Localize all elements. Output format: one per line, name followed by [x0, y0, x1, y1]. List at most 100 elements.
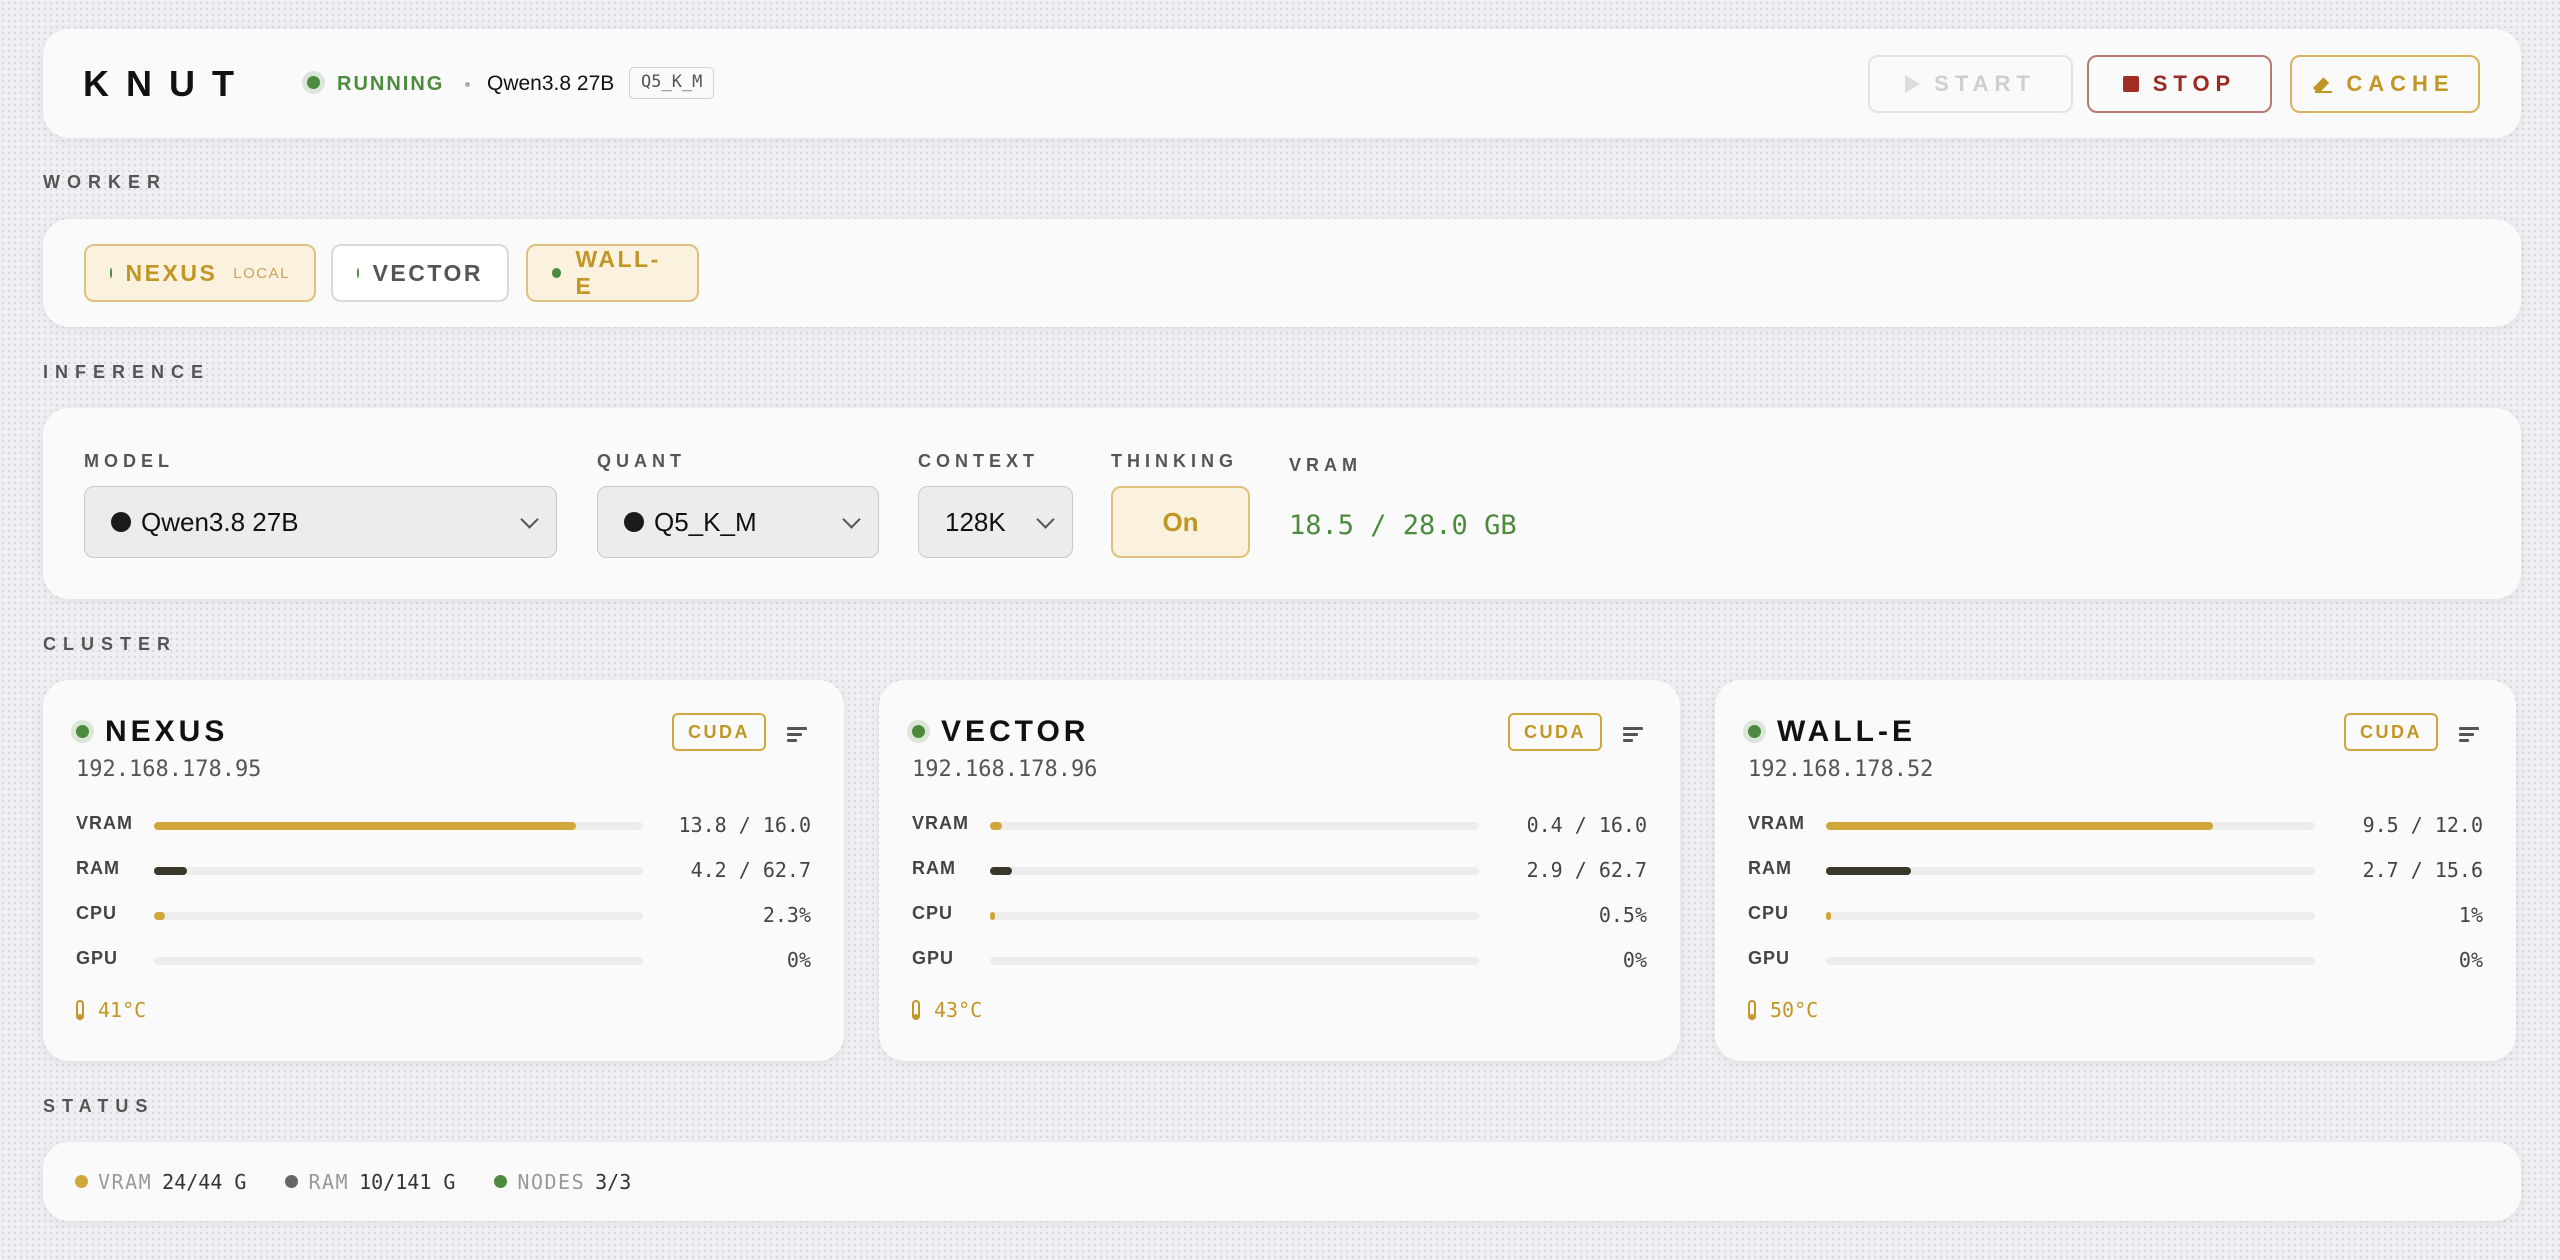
metric-bar-track [1826, 822, 2315, 830]
metric-row-cpu: CPU 2.3% [76, 903, 811, 927]
context-select-value: 128K [945, 506, 1006, 537]
model-dot-icon [111, 512, 131, 532]
metric-row-vram: VRAM 13.8 / 16.0 [76, 813, 811, 837]
backend-badge: CUDA [2344, 713, 2438, 751]
metric-row-ram: RAM 4.2 / 62.7 [76, 858, 811, 882]
status-item-nodes: NODES 3/3 [494, 1170, 631, 1194]
status-label: NODES [517, 1169, 586, 1194]
inference-panel: MODEL Qwen3.8 27B QUANT Q5_K_M CONTEXT 1… [43, 408, 2521, 599]
metric-row-cpu: CPU 0.5% [912, 903, 1647, 927]
status-label: VRAM [98, 1169, 153, 1194]
backend-badge: CUDA [1508, 713, 1602, 751]
node-name: NEXUS [105, 715, 229, 748]
status-dot [494, 1175, 508, 1188]
cache-button[interactable]: CACHE [2290, 55, 2480, 113]
start-label: START [1934, 71, 2036, 96]
metric-value: 0% [786, 948, 811, 972]
worker-chip-nexus[interactable]: NEXUS LOCAL [84, 244, 316, 302]
status-value: 24/44 G [162, 1169, 247, 1194]
metric-label: RAM [912, 858, 956, 878]
metric-value: 0.4 / 16.0 [1526, 813, 1647, 837]
backend-badge: CUDA [672, 713, 766, 751]
metric-label: GPU [76, 948, 119, 968]
status-label: RAM [308, 1169, 350, 1194]
status-dot [75, 1175, 88, 1188]
metric-label: VRAM [76, 813, 133, 833]
metric-bar-track [1826, 867, 2315, 875]
metric-bar-track [990, 912, 1479, 920]
node-name: VECTOR [941, 715, 1090, 748]
metric-label: GPU [1748, 948, 1791, 968]
node-online-dot [912, 725, 925, 738]
metric-bar-track [1826, 912, 2315, 920]
stop-button[interactable]: STOP [2087, 55, 2272, 113]
metric-value: 0% [2458, 948, 2483, 972]
node-online-dot [1748, 725, 1761, 738]
context-select[interactable]: 128K [918, 486, 1073, 558]
start-button[interactable]: START [1868, 55, 2073, 113]
worker-panel: NEXUS LOCAL VECTOR WALL-E [43, 219, 2521, 327]
node-temperature: 43°C [912, 998, 982, 1022]
node-card-nexus: NEXUS 192.168.178.95 CUDA VRAM 13.8 / 16.0… [43, 680, 844, 1061]
metric-value: 2.9 / 62.7 [1526, 858, 1647, 882]
node-temperature: 50°C [1748, 998, 1818, 1022]
thermometer-icon [76, 1000, 84, 1020]
active-quant-badge: Q5_K_M [629, 67, 715, 99]
metric-bar-fill [154, 822, 576, 830]
context-label: CONTEXT [918, 451, 1040, 471]
chevron-down-icon [520, 510, 539, 529]
model-label: MODEL [84, 451, 174, 471]
node-online-dot [76, 725, 89, 738]
metric-label: RAM [76, 858, 120, 878]
metric-row-gpu: GPU 0% [1748, 948, 2483, 972]
metric-label: VRAM [912, 813, 969, 833]
quant-select-value: Q5_K_M [654, 506, 757, 537]
status-bar: VRAM 24/44 G RAM 10/141 G NODES 3/3 [43, 1142, 2521, 1221]
metric-value: 0.5% [1598, 903, 1647, 927]
metric-bar-track [1826, 957, 2315, 965]
play-icon [1905, 75, 1921, 93]
metric-row-vram: VRAM 0.4 / 16.0 [912, 813, 1647, 837]
node-menu-icon[interactable] [2459, 727, 2479, 743]
metric-row-cpu: CPU 1% [1748, 903, 2483, 927]
quant-select[interactable]: Q5_K_M [597, 486, 879, 558]
node-ip: 192.168.178.95 [76, 757, 262, 782]
model-select[interactable]: Qwen3.8 27B [84, 486, 557, 558]
online-dot [357, 268, 359, 278]
temperature-value: 50°C [1770, 998, 1819, 1022]
metric-value: 2.7 / 15.6 [2362, 858, 2483, 882]
metric-bar-track [990, 957, 1479, 965]
separator-dot [465, 82, 470, 87]
metric-bar-fill [990, 912, 995, 920]
node-name: WALL-E [1777, 715, 1916, 748]
chevron-down-icon [1036, 510, 1055, 529]
eraser-icon [2315, 76, 2333, 93]
metric-label: RAM [1748, 858, 1792, 878]
online-dot [110, 268, 112, 278]
temperature-value: 43°C [934, 998, 983, 1022]
worker-chip-vector[interactable]: VECTOR [331, 244, 509, 302]
node-ip: 192.168.178.52 [1748, 757, 1934, 782]
metric-label: CPU [912, 903, 954, 923]
metric-bar-fill [1826, 822, 2214, 830]
thinking-toggle[interactable]: On [1111, 486, 1250, 558]
metric-row-ram: RAM 2.7 / 15.6 [1748, 858, 2483, 882]
node-menu-icon[interactable] [787, 727, 807, 743]
status-section-label: STATUS [43, 1096, 155, 1116]
metric-value: 1% [2458, 903, 2483, 927]
metric-row-ram: RAM 2.9 / 62.7 [912, 858, 1647, 882]
metric-bar-fill [990, 867, 1013, 875]
chevron-down-icon [842, 510, 861, 529]
active-model: Qwen3.8 27B [487, 72, 615, 95]
metric-bar-fill [154, 912, 166, 920]
metric-row-vram: VRAM 9.5 / 12.0 [1748, 813, 2483, 837]
stop-icon [2122, 76, 2139, 92]
thinking-label: THINKING [1111, 451, 1238, 471]
worker-chip-walle[interactable]: WALL-E [526, 244, 699, 302]
app-title: KNUT [83, 63, 251, 104]
metric-value: 13.8 / 16.0 [678, 813, 811, 837]
metric-label: GPU [912, 948, 955, 968]
status-item-ram: RAM 10/141 G [285, 1170, 455, 1194]
local-tag: LOCAL [233, 264, 290, 282]
node-menu-icon[interactable] [1623, 727, 1643, 743]
